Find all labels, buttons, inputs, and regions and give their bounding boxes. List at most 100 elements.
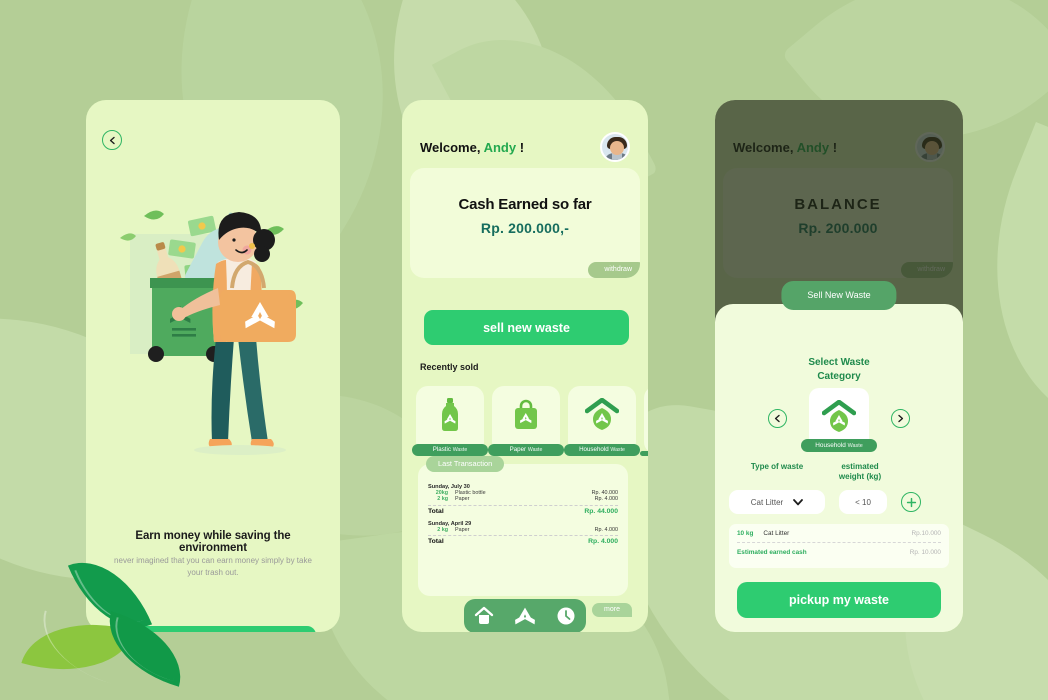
weight-label-line2: weight (kg) [838, 472, 882, 482]
onboarding-title: Earn money while saving the environment [135, 530, 291, 554]
estimate-label: Estimated earned cash [737, 549, 807, 556]
estimated-weight-label: estimated weight (kg) [825, 462, 895, 483]
house-recycle-icon [644, 398, 648, 430]
dashboard-header: Welcome, Andy ! [420, 132, 630, 162]
chevron-left-icon [109, 136, 115, 144]
avatar-face [610, 141, 624, 155]
pickup-my-waste-button[interactable]: pickup my waste [737, 582, 941, 618]
estimate-amount: Rp. 10.000 [909, 549, 941, 556]
carousel-next-button[interactable] [891, 408, 910, 428]
chevron-left-icon [774, 414, 780, 422]
phone-screen-sell-waste: Welcome, Andy ! BALANCE Rp. 200.000 with… [715, 100, 963, 632]
summary-weight: 10 kg [737, 530, 754, 537]
transaction-item: Paper [455, 526, 470, 533]
selected-category-tag: Household Waste [801, 438, 877, 452]
weight-input[interactable]: < 10 [839, 490, 887, 514]
category-tag [640, 450, 648, 456]
category-carousel[interactable]: Household Waste [715, 388, 963, 452]
form-labels: Type of waste estimated weight (kg) [729, 462, 949, 483]
transaction-amount: Rp. 4.000 [594, 526, 618, 533]
house-recycle-icon [568, 398, 636, 430]
recycle-icon [515, 607, 535, 625]
category-tag: Household Waste [564, 443, 640, 456]
category-card-household[interactable]: Household Waste [564, 386, 640, 456]
summary-amount: Rp.10.000 [911, 530, 942, 537]
waste-type-select[interactable]: Cat Litter [729, 490, 825, 514]
weight-label-line1: estimated [841, 462, 879, 471]
transaction-weight: 2 kg [437, 526, 448, 533]
withdraw-button[interactable]: withdraw [588, 262, 640, 278]
transaction-amount: Rp. 4.000 [594, 496, 618, 502]
house-recycle-icon [809, 400, 869, 432]
category-suffix: Waste [452, 447, 468, 453]
bottom-tab-bar[interactable] [464, 599, 586, 632]
select-category-title: Select Waste Category [715, 356, 963, 383]
transaction-weight: 2 kg [437, 496, 448, 502]
category-name: Paper [509, 446, 527, 453]
select-title-line2: Category [817, 370, 861, 382]
welcome-prefix: Welcome, [420, 139, 481, 155]
form-row: Cat Litter < 10 [729, 490, 949, 514]
total-label: Total [428, 538, 444, 545]
plus-icon [906, 497, 916, 507]
summary-estimate-row: Estimated earned cash Rp. 10.000 [737, 549, 941, 556]
transaction-list: Sunday, July 30 20kg Plastic bottle Rp. … [428, 484, 618, 551]
tab-home[interactable] [474, 606, 494, 626]
total-amount: Rp. 44.000 [584, 507, 618, 515]
sell-new-waste-button[interactable]: sell new waste [424, 310, 629, 345]
category-name: Household [579, 446, 609, 453]
transaction-item: Paper [455, 496, 470, 502]
chevron-right-icon [898, 414, 904, 422]
last-transaction-tab: Last Transaction [426, 456, 505, 472]
transaction-total: Total Rp. 44.000 [428, 508, 618, 515]
category-suffix: Waste [610, 447, 625, 453]
back-button[interactable] [102, 130, 122, 150]
divider [428, 535, 618, 536]
bottle-icon [416, 398, 484, 432]
type-of-waste-label: Type of waste [750, 462, 804, 471]
cash-earned-title: Cash Earned so far [458, 196, 592, 213]
last-transaction-card: Last Transaction Sunday, July 30 20kg Pl… [418, 456, 628, 596]
transaction-row: 2 kg Paper Rp. 4.000 [428, 527, 618, 533]
foreground-leaf-cluster [21, 544, 194, 691]
divider [737, 542, 941, 543]
divider [428, 504, 618, 506]
home-icon [475, 606, 494, 624]
phone-screen-dashboard: Welcome, Andy ! Cash Earned so far Rp. 2… [402, 100, 648, 632]
cash-earned-amount: Rp. 200.000,- [480, 220, 570, 236]
category-tag: Paper Waste [488, 443, 564, 456]
category-suffix: Waste [527, 447, 543, 453]
tab-recycle[interactable] [515, 606, 535, 626]
user-name: Andy [483, 139, 517, 155]
transaction-group: Sunday, July 30 20kg Plastic bottle Rp. … [428, 484, 618, 515]
category-card-partial[interactable] [640, 386, 648, 456]
summary-item-row: 10 kg Cat Litter Rp.10.000 [737, 530, 941, 537]
transaction-total: Total Rp. 4.000 [428, 538, 618, 545]
add-item-button[interactable] [901, 492, 921, 512]
transaction-group: Sunday, April 29 2 kg Paper Rp. 4.000 To… [428, 521, 618, 545]
category-list[interactable]: Plastic Waste Paper Waste Household Wast… [412, 386, 648, 456]
avatar[interactable] [600, 132, 630, 162]
selected-category-card[interactable]: Household Waste [801, 388, 877, 452]
category-tag: Plastic Waste [412, 443, 488, 456]
welcome-greeting: Welcome, Andy ! [420, 140, 524, 155]
sell-waste-sheet: Sell New Waste Select Waste Category Hou… [715, 281, 963, 632]
total-label: Total [428, 507, 444, 515]
paper-bag-icon [492, 398, 560, 430]
chevron-down-icon [793, 498, 804, 505]
category-name: Household [815, 441, 846, 449]
category-card-plastic[interactable]: Plastic Waste [412, 386, 488, 456]
woman-recycling-illustration [120, 210, 303, 455]
cash-earned-card: Cash Earned so far Rp. 200.000,- withdra… [410, 168, 640, 278]
category-card-paper[interactable]: Paper Waste [488, 386, 564, 456]
category-suffix: Waste [847, 442, 863, 449]
tab-history[interactable] [556, 606, 576, 626]
total-amount: Rp. 4.000 [588, 538, 618, 545]
category-name: Plastic [432, 446, 451, 453]
clock-icon [557, 607, 575, 625]
waste-type-value: Cat Litter [750, 497, 784, 507]
more-button[interactable]: more [592, 603, 632, 617]
sell-new-waste-tab[interactable]: Sell New Waste [781, 281, 897, 310]
carousel-prev-button[interactable] [768, 408, 787, 428]
summary-card: 10 kg Cat Litter Rp.10.000 Estimated ear… [729, 524, 949, 568]
